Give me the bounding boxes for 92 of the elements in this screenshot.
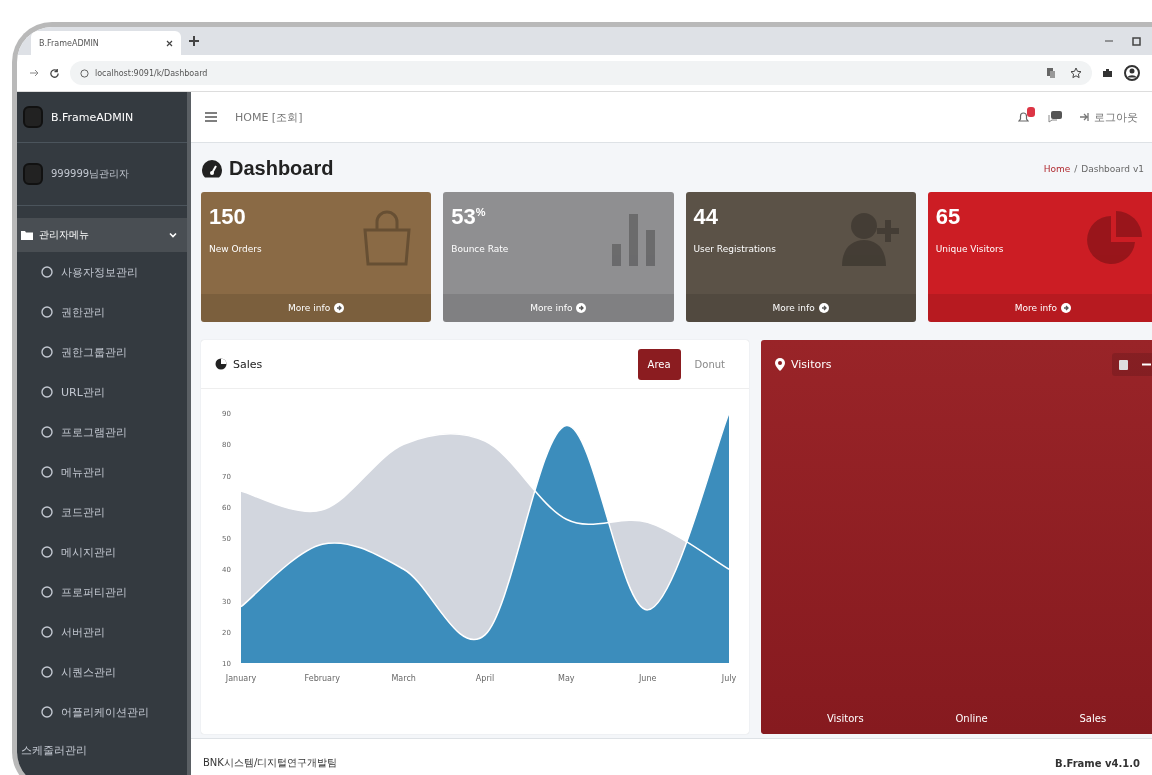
translate-icon[interactable]: [1046, 67, 1056, 79]
breadcrumb-link[interactable]: Home: [1043, 163, 1071, 174]
address-bar[interactable]: localhost:9091/k/Dashboard: [70, 61, 1092, 85]
circle-icon: [41, 306, 53, 318]
chat-icon[interactable]: [1048, 110, 1062, 124]
arrow-circle-icon: [1060, 303, 1071, 313]
menu-item[interactable]: 프로퍼티관리: [17, 572, 187, 612]
circle-icon: [41, 386, 53, 398]
menu-item[interactable]: 권한그룹관리: [17, 332, 187, 372]
menu-group-item[interactable]: 관리자메뉴: [17, 218, 187, 252]
tab-title: B.FrameADMIN: [39, 38, 99, 48]
circle-icon: [41, 546, 53, 558]
calendar-icon: [1119, 358, 1128, 370]
user-avatar: [23, 163, 43, 185]
circle-icon: [41, 466, 53, 478]
menu-item[interactable]: 권한관리: [17, 292, 187, 332]
menu-item[interactable]: URL관리: [17, 372, 187, 412]
breadcrumb-separator: /: [1074, 163, 1078, 174]
arrow-circle-icon: [818, 303, 829, 313]
profile-icon[interactable]: [1124, 65, 1140, 81]
bell-icon[interactable]: [1017, 110, 1030, 124]
circle-icon: [41, 706, 53, 718]
menu-item[interactable]: 스케줄러관리: [17, 732, 187, 768]
new-tab-icon[interactable]: [189, 36, 199, 46]
stat-value: 65: [935, 204, 962, 230]
stat-label: User Registrations: [693, 244, 777, 254]
x-tick-label: February: [304, 674, 341, 683]
star-icon[interactable]: [1070, 67, 1082, 79]
stat-label: Unique Visitors: [935, 244, 1005, 254]
x-tick-label: January: [225, 674, 257, 683]
x-tick-label: June: [638, 674, 657, 683]
browser-tab[interactable]: B.FrameADMIN: [31, 31, 181, 55]
menu-item[interactable]: 사용자정보관리: [17, 252, 187, 292]
logout-link[interactable]: 로그아웃: [1080, 109, 1138, 125]
arrow-circle-icon: [576, 303, 587, 313]
visitors-footer-label: Sales: [1079, 713, 1107, 724]
menu-item[interactable]: 메뉴관리: [17, 452, 187, 492]
more-info-link[interactable]: More info: [201, 294, 432, 322]
menu-item[interactable]: 서버관리: [17, 612, 187, 652]
chart-tab[interactable]: Donut: [684, 348, 735, 380]
restore-icon[interactable]: [1132, 36, 1142, 46]
forward-icon[interactable]: [29, 68, 39, 78]
brand-name[interactable]: B.FrameADMIN: [51, 110, 134, 124]
stat-value: 44: [693, 204, 719, 230]
arrow-circle-icon: [334, 303, 345, 313]
menu-item[interactable]: 어플리케이션관리: [17, 692, 187, 732]
breadcrumb-current: Dashboard v1: [1081, 163, 1144, 174]
footer-text: BNK시스템/디지털연구개발팀: [203, 756, 338, 770]
close-icon[interactable]: [166, 39, 173, 47]
stat-value: 53$^{%}$: [451, 204, 487, 230]
menu-item[interactable]: 시퀀스관리: [17, 652, 187, 692]
more-info-link[interactable]: More info: [443, 294, 674, 322]
card-title: Visitors: [791, 357, 832, 371]
circle-icon: [41, 346, 53, 358]
pie-chart-icon: [215, 358, 227, 370]
circle-icon: [41, 666, 53, 678]
dashboard-gauge-icon: [201, 158, 223, 179]
page-title: Dashboard: [229, 157, 334, 180]
logo-icon: [23, 106, 43, 128]
visitors-footer-label: Online: [955, 713, 988, 724]
folder-icon: [21, 230, 33, 240]
circle-icon: [41, 506, 53, 518]
logout-icon: [1080, 113, 1090, 121]
circle-icon: [41, 266, 53, 278]
version-text: B.Frame v4.1.0: [1055, 757, 1140, 769]
more-info-link[interactable]: More info: [685, 294, 916, 322]
user-name[interactable]: 999999님관리자: [51, 167, 130, 181]
info-icon: [80, 68, 89, 78]
x-tick-label: July: [721, 674, 737, 683]
map-pin-icon: [775, 357, 785, 371]
notification-badge: [1027, 106, 1035, 117]
x-tick-label: April: [475, 674, 495, 683]
menu-item[interactable]: 메시지관리: [17, 532, 187, 572]
menu-item[interactable]: 코드관리: [17, 492, 187, 532]
menu-icon[interactable]: [205, 112, 217, 122]
menu-item[interactable]: 프로그램관리: [17, 412, 187, 452]
reload-icon[interactable]: [49, 67, 60, 79]
stat-value: 150: [209, 204, 247, 230]
header-breadcrumb[interactable]: HOME [조회]: [235, 109, 303, 125]
x-tick-label: May: [558, 674, 575, 683]
card-title: Sales: [233, 357, 263, 371]
circle-icon: [41, 586, 53, 598]
circle-icon: [41, 426, 53, 438]
more-info-link[interactable]: More info: [927, 294, 1152, 322]
x-tick-label: March: [391, 674, 416, 683]
stat-label: New Orders: [209, 244, 263, 254]
circle-icon: [41, 626, 53, 638]
visitors-footer-label: Visitors: [826, 713, 864, 724]
stat-label: Bounce Rate: [451, 244, 510, 254]
chart-tab[interactable]: Area: [637, 348, 681, 380]
puzzle-icon[interactable]: [1102, 67, 1114, 79]
menu-group-label: 관리자메뉴: [39, 228, 90, 242]
